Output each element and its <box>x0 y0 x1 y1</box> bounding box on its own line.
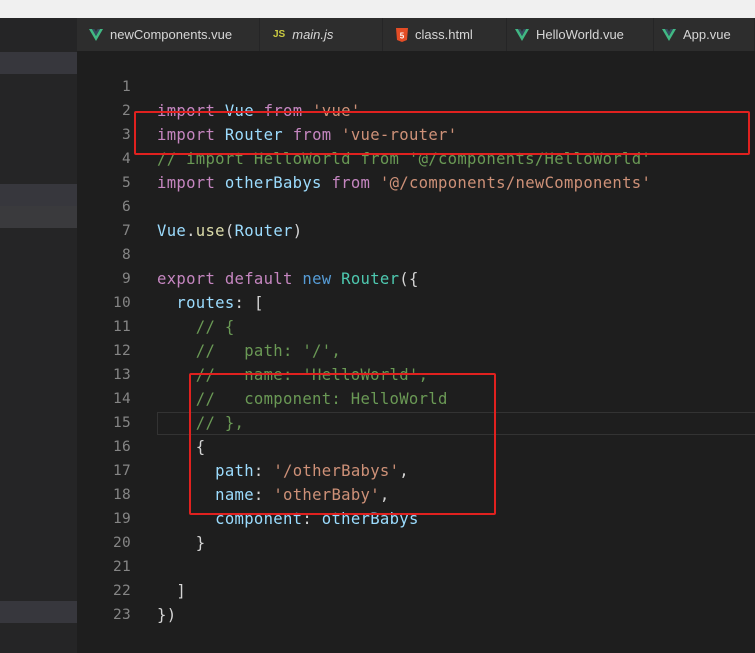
code-line: 22 }) <box>77 555 755 624</box>
sidebar-row-selected[interactable] <box>0 52 77 74</box>
tab-helloworld-vue[interactable]: HelloWorld.vue <box>507 18 654 51</box>
sidebar-row[interactable] <box>0 601 77 623</box>
tab-newcomponents-vue[interactable]: newComponents.vue <box>77 18 260 51</box>
code-editor[interactable]: 1 import Vue from 'vue' 2 import Router … <box>77 51 755 653</box>
code-line: 11 // path: '/', <box>77 291 755 360</box>
svg-text:5: 5 <box>400 31 405 40</box>
html5-icon: 5 <box>396 27 408 42</box>
code-line: 6 Vue.use(Router) <box>77 171 755 240</box>
code-line: 23 <box>77 579 755 623</box>
annotation-box-import <box>134 111 750 155</box>
code-line: 9 routes: [ <box>77 243 755 312</box>
tab-label: HelloWorld.vue <box>536 27 624 42</box>
line-number: 23 <box>112 607 131 623</box>
tab-label: newComponents.vue <box>110 27 233 42</box>
vue-icon <box>662 28 676 41</box>
tab-app-vue[interactable]: App.vue <box>654 18 755 51</box>
code-line: 10 // { <box>77 267 755 336</box>
code-line: 21 ] <box>77 531 755 600</box>
sidebar-row[interactable] <box>0 184 77 206</box>
tab-label: App.vue <box>683 27 731 42</box>
editor-tab-bar: newComponents.vue JS main.js 5 class.htm… <box>77 18 755 51</box>
explorer-sidebar[interactable] <box>0 18 77 653</box>
tab-label: class.html <box>415 27 473 42</box>
tab-main-js[interactable]: JS main.js <box>260 18 383 51</box>
window-top-strip <box>0 0 755 18</box>
tab-label: main.js <box>292 27 334 42</box>
js-icon: JS <box>273 29 286 40</box>
code-text: }) <box>157 606 177 624</box>
code-line: 2 import Router from 'vue-router' <box>77 75 755 144</box>
annotation-box-route <box>189 373 496 515</box>
vue-icon <box>515 28 529 41</box>
code-line: 1 import Vue from 'vue' <box>77 51 755 120</box>
code-line: 12 // name: 'HelloWorld', <box>77 315 755 384</box>
sidebar-row[interactable] <box>0 206 77 228</box>
tab-class-html[interactable]: 5 class.html <box>383 18 507 51</box>
code-line: 13 // component: HelloWorld <box>77 339 755 408</box>
code-line: 8 export default new Router({ <box>77 219 755 288</box>
code-line: 7 <box>77 195 755 239</box>
vue-icon <box>89 28 103 41</box>
